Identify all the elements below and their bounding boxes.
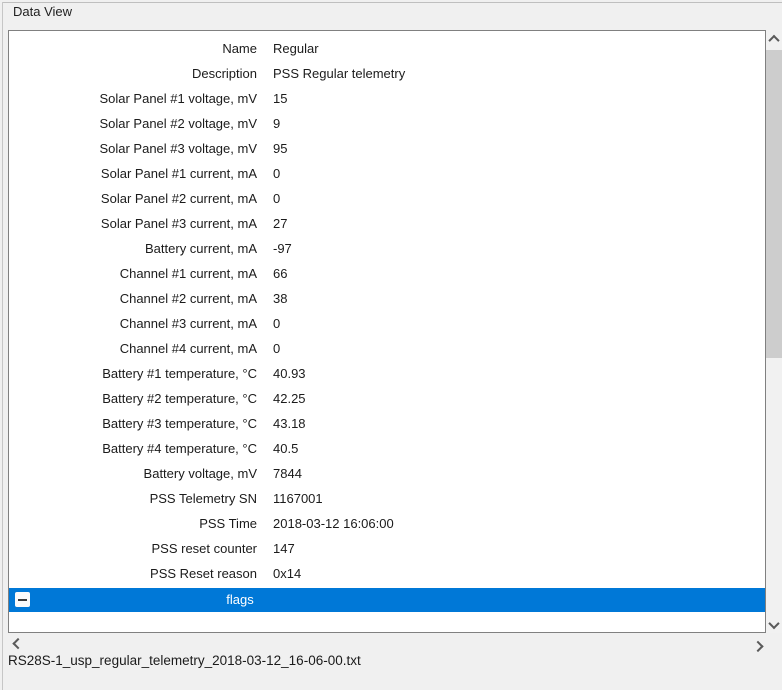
chevron-down-icon bbox=[768, 617, 779, 628]
row-value: 43.18 bbox=[273, 416, 306, 431]
table-row[interactable]: PSS Time 2018-03-12 16:06:00 bbox=[9, 511, 765, 536]
table-row[interactable]: Solar Panel #1 current, mA 0 bbox=[9, 161, 765, 186]
chevron-right-icon bbox=[752, 641, 763, 652]
table-rows: Name Regular Description PSS Regular teleme… bbox=[9, 36, 765, 586]
table-row[interactable]: Battery current, mA -97 bbox=[9, 236, 765, 261]
scroll-up-button[interactable] bbox=[766, 30, 782, 47]
row-value: 0 bbox=[273, 341, 280, 356]
row-label: Solar Panel #1 current, mA bbox=[9, 166, 257, 181]
horizontal-scrollbar[interactable] bbox=[8, 637, 766, 653]
table-row[interactable]: Solar Panel #3 current, mA 27 bbox=[9, 211, 765, 236]
row-value: 38 bbox=[273, 291, 287, 306]
row-label: Battery #4 temperature, °C bbox=[9, 441, 257, 456]
row-label: Solar Panel #2 current, mA bbox=[9, 191, 257, 206]
row-label: Channel #1 current, mA bbox=[9, 266, 257, 281]
row-label: Battery #3 temperature, °C bbox=[9, 416, 257, 431]
table-row[interactable]: Battery voltage, mV 7844 bbox=[9, 461, 765, 486]
row-label: Battery voltage, mV bbox=[9, 466, 257, 481]
row-label: Solar Panel #1 voltage, mV bbox=[9, 91, 257, 106]
row-value: 0 bbox=[273, 166, 280, 181]
loaded-filename-label: RS28S-1_usp_regular_telemetry_2018-03-12… bbox=[8, 652, 361, 669]
row-label: Solar Panel #3 current, mA bbox=[9, 216, 257, 231]
scroll-down-button[interactable] bbox=[766, 616, 782, 633]
row-value: 40.5 bbox=[273, 441, 298, 456]
row-label: Channel #3 current, mA bbox=[9, 316, 257, 331]
row-label: Battery #2 temperature, °C bbox=[9, 391, 257, 406]
table-row[interactable]: Channel #3 current, mA 0 bbox=[9, 311, 765, 336]
row-label: PSS Reset reason bbox=[9, 566, 257, 581]
table-row[interactable]: Description PSS Regular telemetry bbox=[9, 61, 765, 86]
table-row[interactable]: Solar Panel #2 voltage, mV 9 bbox=[9, 111, 765, 136]
row-value: 0 bbox=[273, 191, 280, 206]
row-value: 0 bbox=[273, 316, 280, 331]
row-label: Channel #2 current, mA bbox=[9, 291, 257, 306]
scroll-left-button[interactable] bbox=[10, 637, 26, 653]
row-label: Battery #1 temperature, °C bbox=[9, 366, 257, 381]
table-row[interactable]: Battery #4 temperature, °C 40.5 bbox=[9, 436, 765, 461]
table-row[interactable]: Solar Panel #3 voltage, mV 95 bbox=[9, 136, 765, 161]
row-label: Battery current, mA bbox=[9, 241, 257, 256]
groupbox-left-border bbox=[2, 2, 3, 690]
table-row[interactable]: Name Regular bbox=[9, 36, 765, 61]
row-label: PSS reset counter bbox=[9, 541, 257, 556]
row-value: PSS Regular telemetry bbox=[273, 66, 405, 81]
row-value: 66 bbox=[273, 266, 287, 281]
row-label: Solar Panel #3 voltage, mV bbox=[9, 141, 257, 156]
row-label: Description bbox=[9, 66, 257, 81]
table-row[interactable]: PSS reset counter 147 bbox=[9, 536, 765, 561]
row-value: 27 bbox=[273, 216, 287, 231]
row-label: PSS Telemetry SN bbox=[9, 491, 257, 506]
row-label: Name bbox=[9, 41, 257, 56]
row-value: 1167001 bbox=[273, 491, 323, 506]
groupbox-top-border bbox=[2, 2, 782, 3]
row-value: 15 bbox=[273, 91, 287, 106]
row-label: Channel #4 current, mA bbox=[9, 341, 257, 356]
table-row[interactable]: Battery #1 temperature, °C 40.93 bbox=[9, 361, 765, 386]
row-value: 40.93 bbox=[273, 366, 306, 381]
flags-group-label: flags bbox=[9, 588, 471, 612]
table-row[interactable]: PSS Telemetry SN 1167001 bbox=[9, 486, 765, 511]
row-label: PSS Time bbox=[9, 516, 257, 531]
table-row[interactable]: Battery #2 temperature, °C 42.25 bbox=[9, 386, 765, 411]
row-value: 147 bbox=[273, 541, 295, 556]
vertical-scrollbar-thumb[interactable] bbox=[766, 50, 782, 358]
groupbox-title: Data View bbox=[13, 4, 75, 20]
row-value: 7844 bbox=[273, 466, 302, 481]
table-row[interactable]: Channel #4 current, mA 0 bbox=[9, 336, 765, 361]
chevron-up-icon bbox=[768, 34, 779, 45]
row-value: 42.25 bbox=[273, 391, 306, 406]
row-value: Regular bbox=[273, 41, 319, 56]
vertical-scrollbar[interactable] bbox=[766, 30, 782, 633]
table-row[interactable]: Solar Panel #2 current, mA 0 bbox=[9, 186, 765, 211]
chevron-left-icon bbox=[12, 638, 23, 649]
row-label: Solar Panel #2 voltage, mV bbox=[9, 116, 257, 131]
row-value: 0x14 bbox=[273, 566, 301, 581]
row-value: 9 bbox=[273, 116, 280, 131]
row-value: 2018-03-12 16:06:00 bbox=[273, 516, 394, 531]
table-row[interactable]: Channel #1 current, mA 66 bbox=[9, 261, 765, 286]
flags-group-row[interactable]: flags bbox=[9, 588, 765, 612]
row-value: -97 bbox=[273, 241, 292, 256]
data-view-table[interactable]: Name Regular Description PSS Regular teleme… bbox=[8, 30, 766, 633]
scroll-right-button[interactable] bbox=[750, 637, 766, 653]
row-value: 95 bbox=[273, 141, 287, 156]
table-row[interactable]: PSS Reset reason 0x14 bbox=[9, 561, 765, 586]
table-row[interactable]: Channel #2 current, mA 38 bbox=[9, 286, 765, 311]
table-row[interactable]: Solar Panel #1 voltage, mV 15 bbox=[9, 86, 765, 111]
table-row[interactable]: Battery #3 temperature, °C 43.18 bbox=[9, 411, 765, 436]
